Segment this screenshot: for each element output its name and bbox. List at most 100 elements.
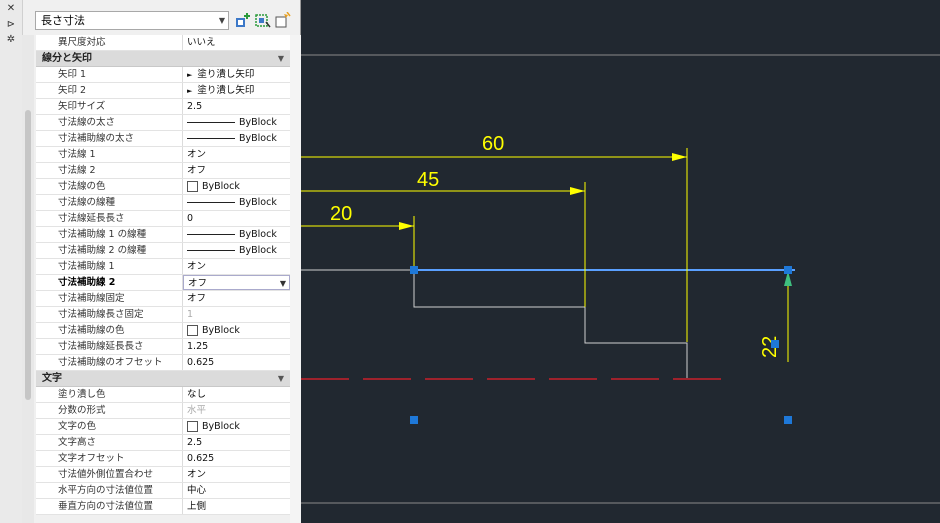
property-row[interactable]: 寸法補助線固定 オフ bbox=[36, 291, 290, 307]
close-icon[interactable]: ✕ bbox=[0, 2, 22, 16]
property-value[interactable]: ByBlock bbox=[183, 243, 290, 258]
property-row[interactable]: 異尺度対応 いいえ bbox=[36, 35, 290, 51]
property-row[interactable]: 文字の色 ByBlock bbox=[36, 419, 290, 435]
property-value[interactable]: ► 塗り潰し矢印 bbox=[183, 83, 290, 98]
property-row[interactable]: 寸法補助線 1 の線種 ByBlock bbox=[36, 227, 290, 243]
property-row[interactable]: 寸法線 2 オフ bbox=[36, 163, 290, 179]
grip-handle[interactable] bbox=[410, 266, 418, 274]
property-value[interactable]: ByBlock bbox=[183, 323, 290, 338]
property-value[interactable]: なし bbox=[183, 387, 290, 402]
property-value[interactable]: オフ ▼ bbox=[183, 275, 290, 290]
property-value-text: ByBlock bbox=[202, 181, 240, 192]
property-name: 寸法線 2 bbox=[36, 163, 183, 178]
property-name: 寸法補助線延長長さ bbox=[36, 339, 183, 354]
property-row[interactable]: 寸法補助線 1 オン bbox=[36, 259, 290, 275]
section-header[interactable]: 線分と矢印 ▼ bbox=[36, 51, 290, 67]
property-value[interactable]: ByBlock bbox=[183, 195, 290, 210]
dimension-text-60[interactable]: 60 bbox=[482, 133, 504, 155]
property-value[interactable]: オフ bbox=[183, 163, 290, 178]
section-header[interactable]: 文字 ▼ bbox=[36, 371, 290, 387]
property-value[interactable]: 上側 bbox=[183, 499, 290, 514]
dimension-text-45[interactable]: 45 bbox=[417, 169, 439, 191]
property-value[interactable]: 0.625 bbox=[183, 355, 290, 370]
property-row[interactable]: 寸法値外側位置合わせ オン bbox=[36, 467, 290, 483]
property-row[interactable]: 寸法補助線長さ固定 1 bbox=[36, 307, 290, 323]
drawing-canvas[interactable]: 60 45 20 22 bbox=[301, 0, 940, 523]
property-value[interactable]: オン bbox=[183, 147, 290, 162]
property-name: 文字オフセット bbox=[36, 451, 183, 466]
property-row[interactable]: 寸法補助線の太さ ByBlock bbox=[36, 131, 290, 147]
grip-handle[interactable] bbox=[784, 266, 792, 274]
property-value[interactable]: 2.5 bbox=[183, 435, 290, 450]
property-row[interactable]: 矢印サイズ 2.5 bbox=[36, 99, 290, 115]
property-name: 寸法補助線のオフセット bbox=[36, 355, 183, 370]
grip-handle[interactable] bbox=[784, 416, 792, 424]
property-name: 文字高さ bbox=[36, 435, 183, 450]
select-objects-icon[interactable] bbox=[255, 12, 271, 28]
property-value[interactable]: 0.625 bbox=[183, 451, 290, 466]
collapse-icon[interactable]: ▼ bbox=[278, 51, 284, 66]
property-row[interactable]: 寸法線 1 オン bbox=[36, 147, 290, 163]
linetype-preview bbox=[187, 202, 235, 203]
property-value[interactable]: ByBlock bbox=[183, 115, 290, 130]
property-row[interactable]: 垂直方向の寸法値位置 上側 bbox=[36, 499, 290, 515]
property-value-text: ByBlock bbox=[239, 117, 277, 128]
property-row[interactable]: 文字オフセット 0.625 bbox=[36, 451, 290, 467]
section-title: 文字 bbox=[42, 373, 62, 384]
property-value[interactable]: ByBlock bbox=[183, 131, 290, 146]
property-value[interactable]: ► 塗り潰し矢印 bbox=[183, 67, 290, 82]
property-row[interactable]: 寸法補助線の色 ByBlock bbox=[36, 323, 290, 339]
property-row[interactable]: 分数の形式 水平 bbox=[36, 403, 290, 419]
property-row[interactable]: 矢印 2 ► 塗り潰し矢印 bbox=[36, 83, 290, 99]
property-row[interactable]: 寸法線延長長さ 0 bbox=[36, 211, 290, 227]
property-value[interactable]: 2.5 bbox=[183, 99, 290, 114]
property-row[interactable]: 塗り潰し色 なし bbox=[36, 387, 290, 403]
property-value-text: 塗り潰し矢印 bbox=[197, 85, 255, 96]
property-value[interactable]: ByBlock bbox=[183, 179, 290, 194]
properties-settings-icon[interactable]: ✲ bbox=[0, 33, 22, 47]
property-row[interactable]: 寸法補助線のオフセット 0.625 bbox=[36, 355, 290, 371]
grip-handle[interactable] bbox=[771, 340, 779, 348]
property-value[interactable]: 中心 bbox=[183, 483, 290, 498]
auto-hide-icon[interactable]: ⊳ bbox=[0, 18, 22, 32]
property-value-text: 2.5 bbox=[187, 437, 203, 448]
collapse-icon[interactable]: ▼ bbox=[278, 371, 284, 386]
property-row[interactable]: 寸法線の線種 ByBlock bbox=[36, 195, 290, 211]
property-name: 矢印 1 bbox=[36, 67, 183, 82]
property-value[interactable]: オン bbox=[183, 467, 290, 482]
color-swatch bbox=[187, 421, 198, 432]
property-value-text: 0.625 bbox=[187, 357, 215, 368]
chevron-down-icon[interactable]: ▼ bbox=[280, 276, 286, 289]
object-type-dropdown[interactable]: 長さ寸法 ▼ bbox=[35, 11, 229, 30]
property-value[interactable]: 水平 bbox=[183, 403, 290, 418]
property-value[interactable]: 0 bbox=[183, 211, 290, 226]
property-name: 水平方向の寸法値位置 bbox=[36, 483, 183, 498]
property-row[interactable]: 文字高さ 2.5 bbox=[36, 435, 290, 451]
property-name: 寸法値外側位置合わせ bbox=[36, 467, 183, 482]
grip-handle[interactable] bbox=[410, 416, 418, 424]
quick-select-icon[interactable] bbox=[275, 12, 291, 28]
property-value[interactable]: オフ bbox=[183, 291, 290, 306]
arrowhead-icon: ► bbox=[187, 71, 193, 79]
property-row[interactable]: 寸法補助線 2 オフ ▼ bbox=[36, 275, 290, 291]
property-row[interactable]: 矢印 1 ► 塗り潰し矢印 bbox=[36, 67, 290, 83]
property-value[interactable]: いいえ bbox=[183, 35, 290, 50]
property-row[interactable]: 寸法線の太さ ByBlock bbox=[36, 115, 290, 131]
property-value[interactable]: ByBlock bbox=[183, 227, 290, 242]
property-value[interactable]: 1 bbox=[183, 307, 290, 322]
object-type-value: 長さ寸法 bbox=[41, 14, 85, 27]
palette-scrollbar[interactable] bbox=[22, 35, 34, 523]
property-value[interactable]: ByBlock bbox=[183, 419, 290, 434]
property-name: 文字の色 bbox=[36, 419, 183, 434]
property-value[interactable]: オン bbox=[183, 259, 290, 274]
property-row[interactable]: 寸法補助線延長長さ 1.25 bbox=[36, 339, 290, 355]
property-row[interactable]: 水平方向の寸法値位置 中心 bbox=[36, 483, 290, 499]
property-row[interactable]: 寸法補助線 2 の線種 ByBlock bbox=[36, 243, 290, 259]
toggle-pickadd-icon[interactable] bbox=[235, 12, 251, 28]
chevron-down-icon: ▼ bbox=[218, 16, 225, 25]
property-grid: 異尺度対応 いいえ 線分と矢印 ▼ 矢印 1 ► 塗り潰し矢印 矢印 2 ► 塗り潰し矢印 矢印サイ… bbox=[36, 35, 290, 515]
scrollbar-thumb[interactable] bbox=[25, 110, 31, 400]
property-row[interactable]: 寸法線の色 ByBlock bbox=[36, 179, 290, 195]
property-value[interactable]: 1.25 bbox=[183, 339, 290, 354]
dimension-text-20[interactable]: 20 bbox=[330, 203, 352, 225]
